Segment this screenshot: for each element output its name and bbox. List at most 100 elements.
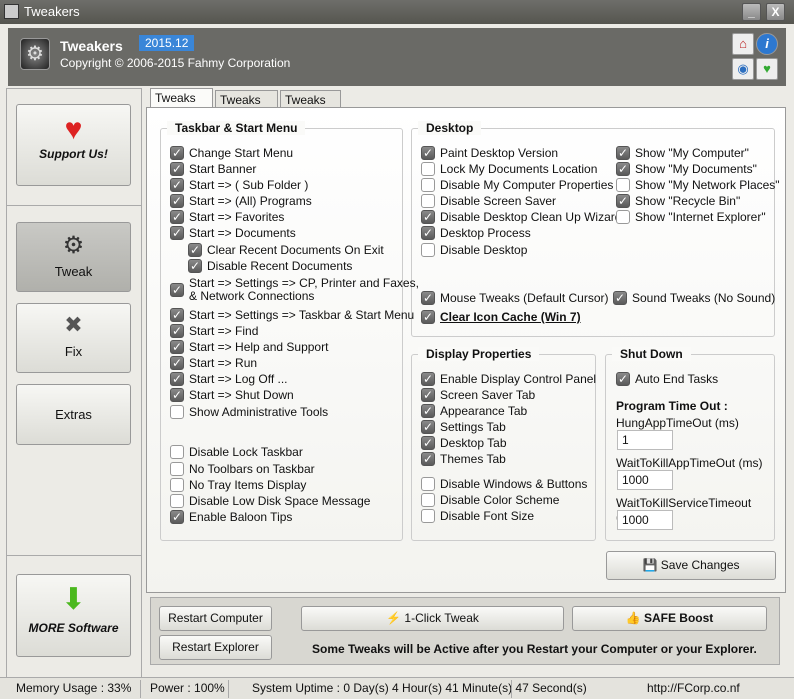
service-timeout-input[interactable]: 1000 (617, 510, 673, 530)
desktop-checkbox[interactable]: Disable Desktop (421, 243, 527, 257)
taskbar-checkbox[interactable]: Disable Lock Taskbar (170, 445, 303, 459)
broadcast-icon[interactable]: ◉ (732, 58, 754, 80)
tab-tweaks-1[interactable]: Tweaks [1] (150, 88, 213, 119)
taskbar-checkbox[interactable]: ✓ Start => (All) Programs (170, 194, 312, 208)
close-button[interactable]: X (766, 3, 785, 21)
desktop-checkbox[interactable]: ✓ Desktop Process (421, 226, 531, 240)
app-timeout-input[interactable]: 1000 (617, 470, 673, 490)
desktop-checkbox[interactable]: Disable My Computer Properties (421, 178, 613, 192)
app-name: Tweakers (60, 38, 123, 54)
checkbox-label: Desktop Tab (440, 436, 507, 450)
desktop-checkbox[interactable]: ✓ Clear Icon Cache (Win 7) (421, 310, 581, 324)
taskbar-checkbox[interactable]: ✓ Start => Favorites (170, 210, 284, 224)
display-checkbox[interactable]: ✓ Desktop Tab (421, 436, 507, 450)
checkbox-label: Themes Tab (440, 452, 506, 466)
minimize-button[interactable]: _ (742, 3, 761, 21)
restart-computer-button[interactable]: Restart Computer (159, 606, 272, 631)
sidebar-item-extras[interactable]: Extras (16, 384, 131, 445)
safe-boost-button[interactable]: 👍 SAFE Boost (572, 606, 767, 631)
display-checkbox[interactable]: ✓ Enable Display Control Panel (421, 372, 596, 386)
checkbox-label: No Toolbars on Taskbar (189, 462, 315, 476)
desktop-checkbox[interactable]: Lock My Documents Location (421, 162, 597, 176)
checkbox-label: Desktop Process (440, 226, 531, 240)
display-checkbox[interactable]: ✓ Themes Tab (421, 452, 506, 466)
desktop-checkbox[interactable]: ✓ Mouse Tweaks (Default Cursor) (421, 291, 609, 305)
taskbar-checkbox[interactable]: ✓ Start => Help and Support (170, 340, 328, 354)
home-icon[interactable]: ⌂ (732, 33, 754, 55)
display-checkbox[interactable]: ✓ Settings Tab (421, 420, 506, 434)
taskbar-checkbox[interactable]: ✓ Start => Log Off ... (170, 372, 288, 386)
save-changes-button[interactable]: 💾 Save Changes (606, 551, 776, 580)
checkmark-icon: ✓ (421, 310, 435, 324)
checkmark-icon: ✓ (616, 372, 630, 386)
tab-tweaks-2[interactable]: Tweaks [2] (215, 90, 278, 121)
sidebar-item-tweak[interactable]: ⚙ Tweak (16, 222, 131, 292)
taskbar-checkbox[interactable]: ✓ Start => Settings => Taskbar & Start Me… (170, 308, 414, 322)
more-software-button[interactable]: ⬇ MORE Software (16, 574, 131, 657)
display-checkbox[interactable]: ✓ Appearance Tab (421, 404, 527, 418)
display-checkbox[interactable]: Disable Windows & Buttons (421, 477, 587, 491)
one-click-label: 1-Click Tweak (404, 611, 479, 625)
desktop-checkbox[interactable]: Show "Internet Explorer" (616, 210, 766, 224)
display-checkbox[interactable]: Disable Font Size (421, 509, 534, 523)
taskbar-checkbox[interactable]: Disable Low Disk Space Message (170, 494, 370, 508)
support-us-button[interactable]: ♥ Support Us! (16, 104, 131, 186)
desktop-checkbox[interactable]: Disable Screen Saver (421, 194, 556, 208)
shutdown-checkbox[interactable]: ✓ Auto End Tasks (616, 372, 718, 386)
taskbar-checkbox[interactable]: ✓ Start => ( Sub Folder ) (170, 178, 308, 192)
checkbox-box (421, 178, 435, 192)
title-bar: Tweakers _ X (0, 0, 794, 24)
taskbar-checkbox[interactable]: ✓ Change Start Menu (170, 146, 293, 160)
desktop-checkbox[interactable]: ✓ Show "My Documents" (616, 162, 757, 176)
group-title: Desktop (418, 121, 482, 135)
checkbox-label: Appearance Tab (440, 404, 528, 418)
desktop-checkbox[interactable]: ✓ Sound Tweaks (No Sound) (613, 291, 775, 305)
taskbar-checkbox[interactable]: No Toolbars on Taskbar (170, 462, 315, 476)
checkbox-box (616, 210, 630, 224)
hung-timeout-input[interactable]: 1 (617, 430, 673, 450)
display-checkbox[interactable]: ✓ Screen Saver Tab (421, 388, 535, 402)
restart-explorer-button[interactable]: Restart Explorer (159, 635, 272, 660)
checkbox-label: No Tray Items Display (189, 478, 307, 492)
checkbox-box (170, 494, 184, 508)
taskbar-checkbox[interactable]: Show Administrative Tools (170, 405, 328, 419)
taskbar-checkbox[interactable]: ✓ Enable Baloon Tips (170, 510, 292, 524)
taskbar-checkbox[interactable]: ✓ Start => Shut Down (170, 388, 294, 402)
checkbox-label: Start => ( Sub Folder ) (189, 178, 309, 192)
desktop-checkbox[interactable]: Show "My Network Places" (616, 178, 780, 192)
taskbar-checkbox[interactable]: ✓ Start => Settings => CP, Printer and Fa… (170, 277, 419, 303)
sidebar: ♥ Support Us! ⚙ Tweak ✖ Fix Extras ⬇ MOR… (6, 88, 142, 678)
window-title: Tweakers (24, 4, 80, 19)
taskbar-checkbox[interactable]: ✓ Clear Recent Documents On Exit (188, 243, 384, 257)
taskbar-checkbox[interactable]: ✓ Disable Recent Documents (188, 259, 352, 273)
checkbox-label: Start => Log Off ... (189, 372, 288, 386)
checkmark-icon: ✓ (170, 340, 184, 354)
taskbar-checkbox[interactable]: ✓ Start => Documents (170, 226, 296, 240)
desktop-checkbox[interactable]: ✓ Paint Desktop Version (421, 146, 558, 160)
sidebar-item-fix[interactable]: ✖ Fix (16, 303, 131, 373)
checkbox-box (421, 162, 435, 176)
tweak-label: Tweak (54, 264, 93, 279)
taskbar-checkbox[interactable]: No Tray Items Display (170, 478, 306, 492)
checkbox-label: Enable Display Control Panel (440, 372, 597, 386)
checkbox-label: Disable Screen Saver (440, 194, 557, 208)
checkmark-icon: ✓ (170, 324, 184, 338)
taskbar-checkbox[interactable]: ✓ Start => Run (170, 356, 257, 370)
app-icon (4, 4, 19, 19)
website-link[interactable]: http://FCorp.co.nf (647, 681, 740, 695)
desktop-checkbox[interactable]: ✓ Disable Desktop Clean Up Wizard (421, 210, 621, 224)
checkmark-icon: ✓ (421, 436, 435, 450)
info-icon[interactable]: i (756, 33, 778, 55)
desktop-checkbox[interactable]: ✓ Show "Recycle Bin" (616, 194, 740, 208)
heart-plus-icon[interactable]: ♥ (756, 58, 778, 80)
one-click-tweak-button[interactable]: ⚡ 1-Click Tweak (301, 606, 564, 631)
app-timeout-label: WaitToKillAppTimeOut (ms) (616, 456, 763, 470)
desktop-checkbox[interactable]: ✓ Show "My Computer" (616, 146, 749, 160)
display-checkbox[interactable]: Disable Color Scheme (421, 493, 559, 507)
checkbox-label: Mouse Tweaks (Default Cursor) (440, 291, 609, 305)
checkbox-label: Show "Internet Explorer" (635, 210, 766, 224)
taskbar-checkbox[interactable]: ✓ Start Banner (170, 162, 256, 176)
tab-tweaks-3[interactable]: Tweaks [3] (280, 90, 341, 121)
checkbox-label: Disable Lock Taskbar (189, 445, 303, 459)
taskbar-checkbox[interactable]: ✓ Start => Find (170, 324, 258, 338)
